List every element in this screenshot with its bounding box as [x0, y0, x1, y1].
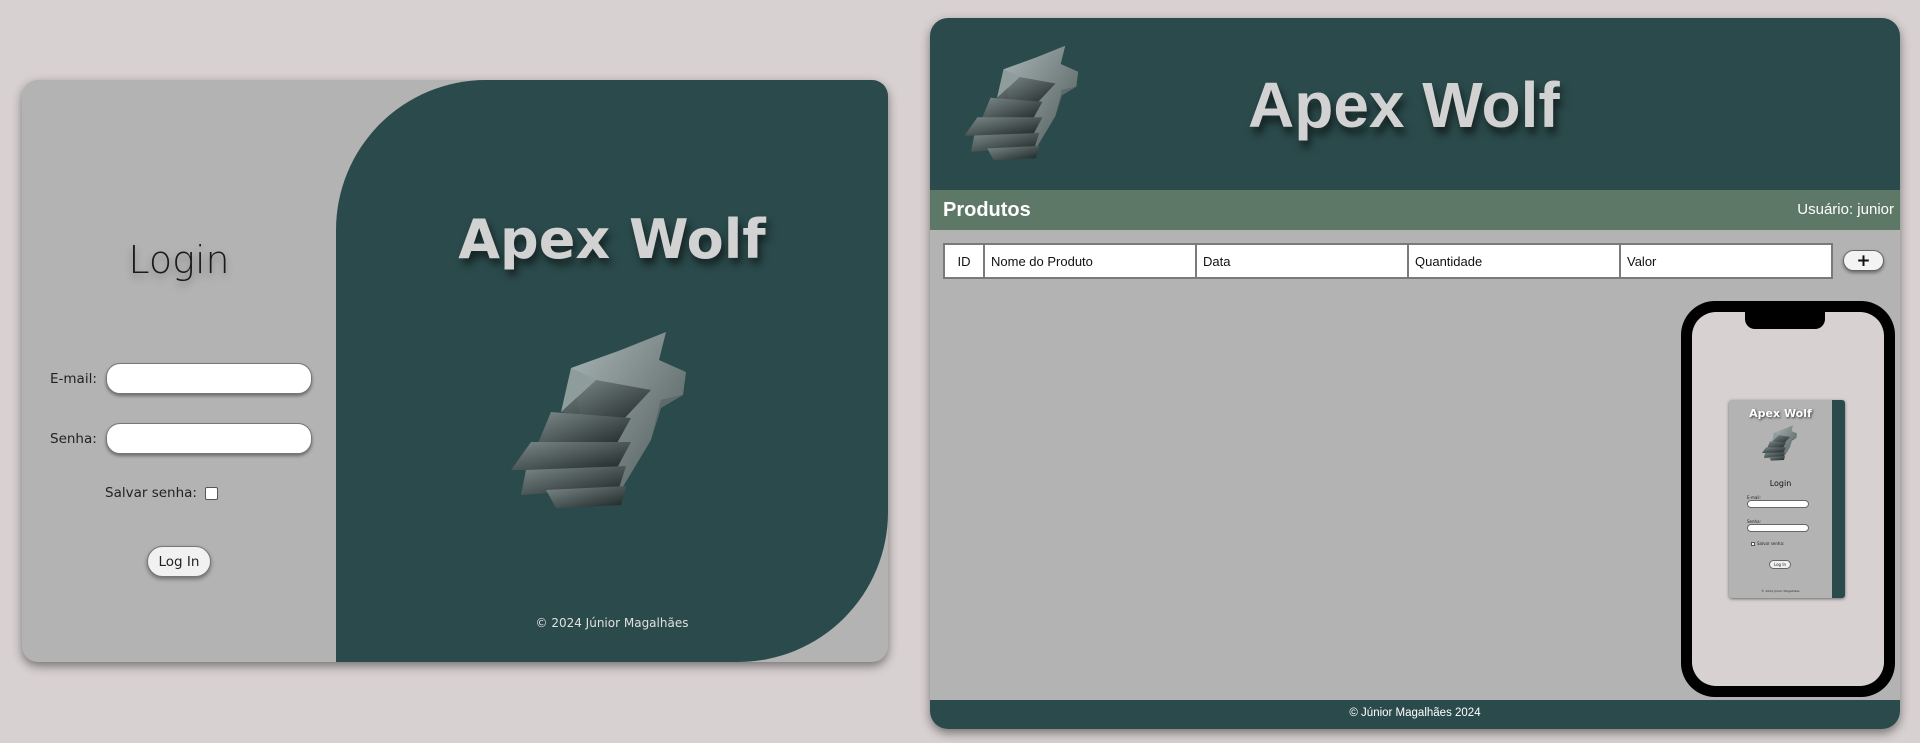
mobile-login-button[interactable]: Log In: [1769, 560, 1791, 569]
user-label: Usuário: junior: [1797, 201, 1894, 218]
wolf-head-logo-icon: [958, 43, 1088, 163]
mobile-login-preview: Apex Wolf Login E-mail: Senha: Salvar se…: [1729, 400, 1845, 598]
dashboard-brand-title: Apex Wolf: [1248, 69, 1560, 141]
mobile-brand-title: Apex Wolf: [1749, 407, 1812, 420]
column-header-quantity[interactable]: Quantidade: [1407, 243, 1621, 279]
password-field[interactable]: [106, 423, 312, 454]
column-header-value[interactable]: Valor: [1619, 243, 1833, 279]
dashboard-card: Apex Wolf Produtos Usuário: junior ID No…: [930, 18, 1900, 729]
dashboard-footer: © Júnior Magalhães 2024: [930, 700, 1900, 729]
dashboard-header: Apex Wolf: [930, 18, 1900, 190]
column-header-product-name[interactable]: Nome do Produto: [983, 243, 1197, 279]
save-password-label: Salvar senha:: [105, 485, 197, 501]
login-form-panel: Login E-mail: Senha: Salvar senha: Log I…: [22, 80, 336, 662]
mobile-password-field[interactable]: [1747, 524, 1809, 532]
brand-title: Apex Wolf: [458, 208, 766, 271]
brand-panel: Apex Wolf © 2024 Júnior Magalhães: [336, 80, 888, 662]
mobile-email-field[interactable]: [1747, 500, 1809, 508]
login-button[interactable]: Log In: [147, 546, 211, 577]
phone-screen: Apex Wolf Login E-mail: Senha: Salvar se…: [1692, 312, 1884, 686]
mobile-save-password-checkbox[interactable]: [1751, 541, 1755, 546]
section-title: Produtos: [943, 199, 1031, 221]
phone-notch: [1745, 312, 1825, 329]
email-field[interactable]: [106, 363, 312, 394]
mobile-login-title: Login: [1769, 479, 1792, 488]
wolf-head-logo-icon: [1760, 424, 1800, 462]
save-password-checkbox[interactable]: [204, 486, 218, 500]
column-header-id[interactable]: ID: [943, 243, 985, 279]
password-label: Senha:: [50, 430, 97, 447]
plus-icon: +: [1856, 250, 1871, 271]
mobile-brand-strip: [1832, 400, 1845, 598]
email-row: E-mail:: [50, 363, 312, 394]
mobile-save-password-row: Salvar senha:: [1751, 541, 1784, 546]
save-password-row: Salvar senha:: [105, 485, 218, 501]
password-row: Senha:: [50, 423, 312, 454]
copyright-text: © 2024 Júnior Magalhães: [535, 616, 689, 630]
login-title: Login: [128, 238, 230, 282]
phone-mockup: Apex Wolf Login E-mail: Senha: Salvar se…: [1681, 301, 1895, 697]
login-card: Login E-mail: Senha: Salvar senha: Log I…: [22, 80, 888, 662]
column-header-date[interactable]: Data: [1195, 243, 1409, 279]
add-product-button[interactable]: +: [1843, 250, 1884, 271]
section-bar: Produtos Usuário: junior: [930, 190, 1900, 230]
products-table: ID Nome do Produto Data Quantidade Valor: [943, 243, 1833, 279]
mobile-copyright-text: © 2024 Júnior Magalhães: [1761, 589, 1800, 593]
table-header-row: ID Nome do Produto Data Quantidade Valor: [943, 243, 1833, 279]
mobile-save-password-label: Salvar senha:: [1757, 541, 1785, 546]
email-label: E-mail:: [50, 370, 97, 387]
wolf-head-logo-icon: [501, 330, 701, 510]
